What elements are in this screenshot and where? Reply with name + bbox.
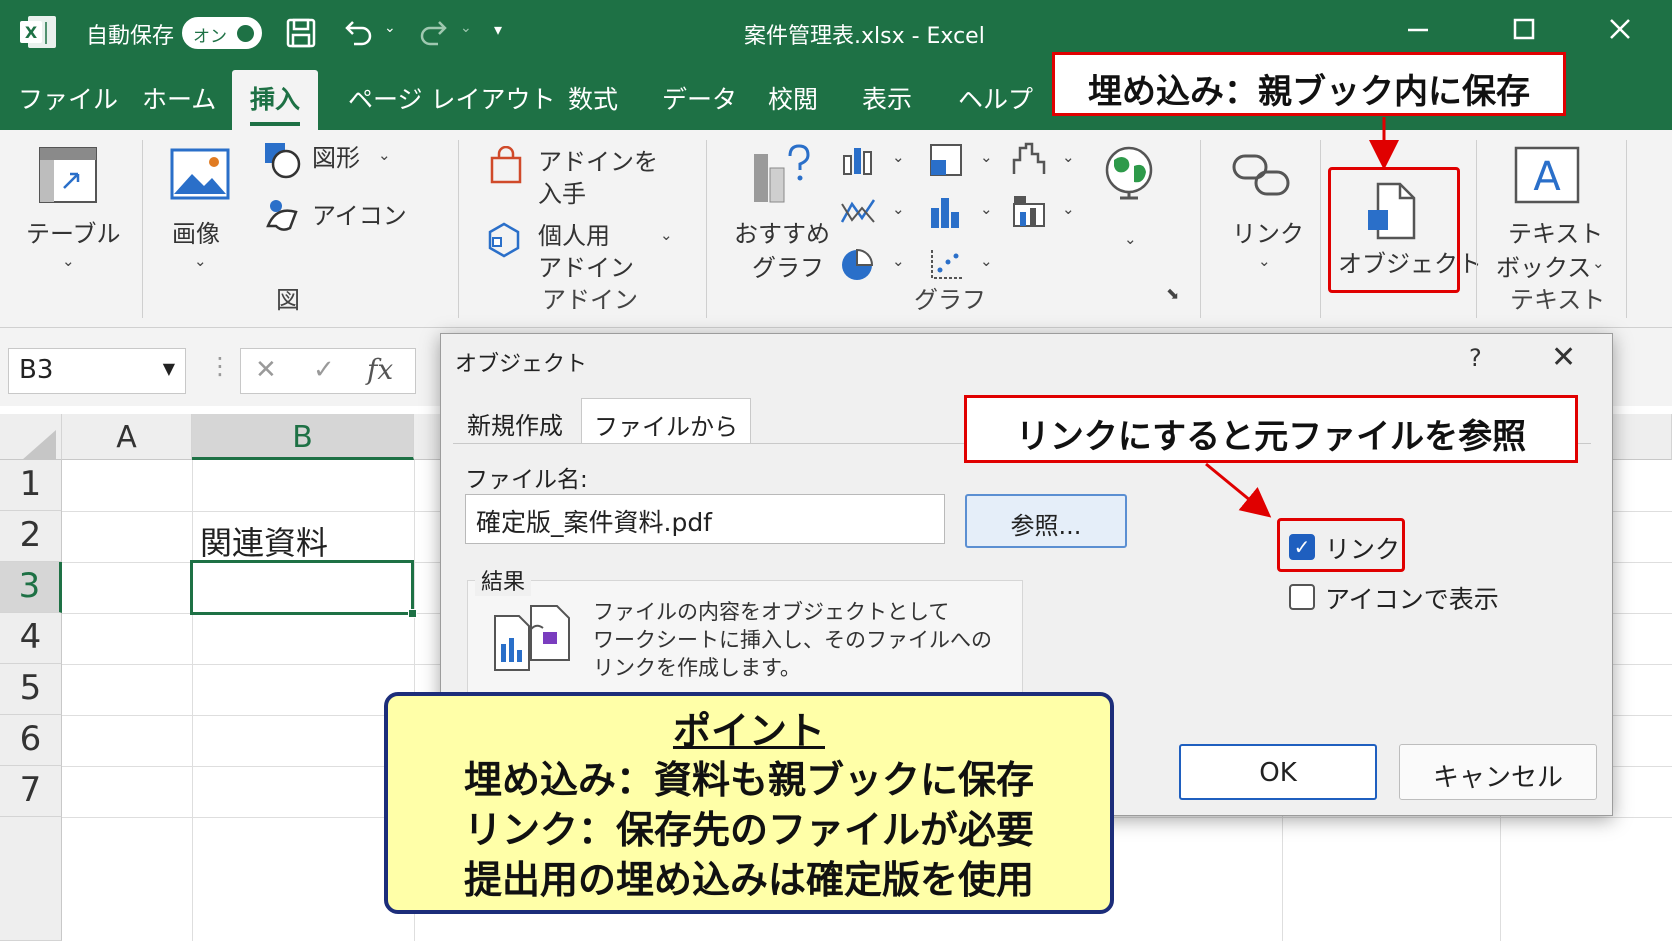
point-line-1: 埋め込み：資料も親ブックに保存 — [463, 758, 1034, 802]
arrow-to-link-checkbox — [1205, 462, 1272, 518]
point-line-3: 提出用の埋め込みは確定版を使用 — [463, 858, 1034, 902]
point-line-2: リンク：保存先のファイルが必要 — [463, 808, 1034, 852]
point-summary-box: ポイント 埋め込み：資料も親ブックに保存 リンク：保存先のファイルが必要 提出用… — [384, 692, 1114, 914]
point-heading: ポイント — [672, 709, 825, 753]
